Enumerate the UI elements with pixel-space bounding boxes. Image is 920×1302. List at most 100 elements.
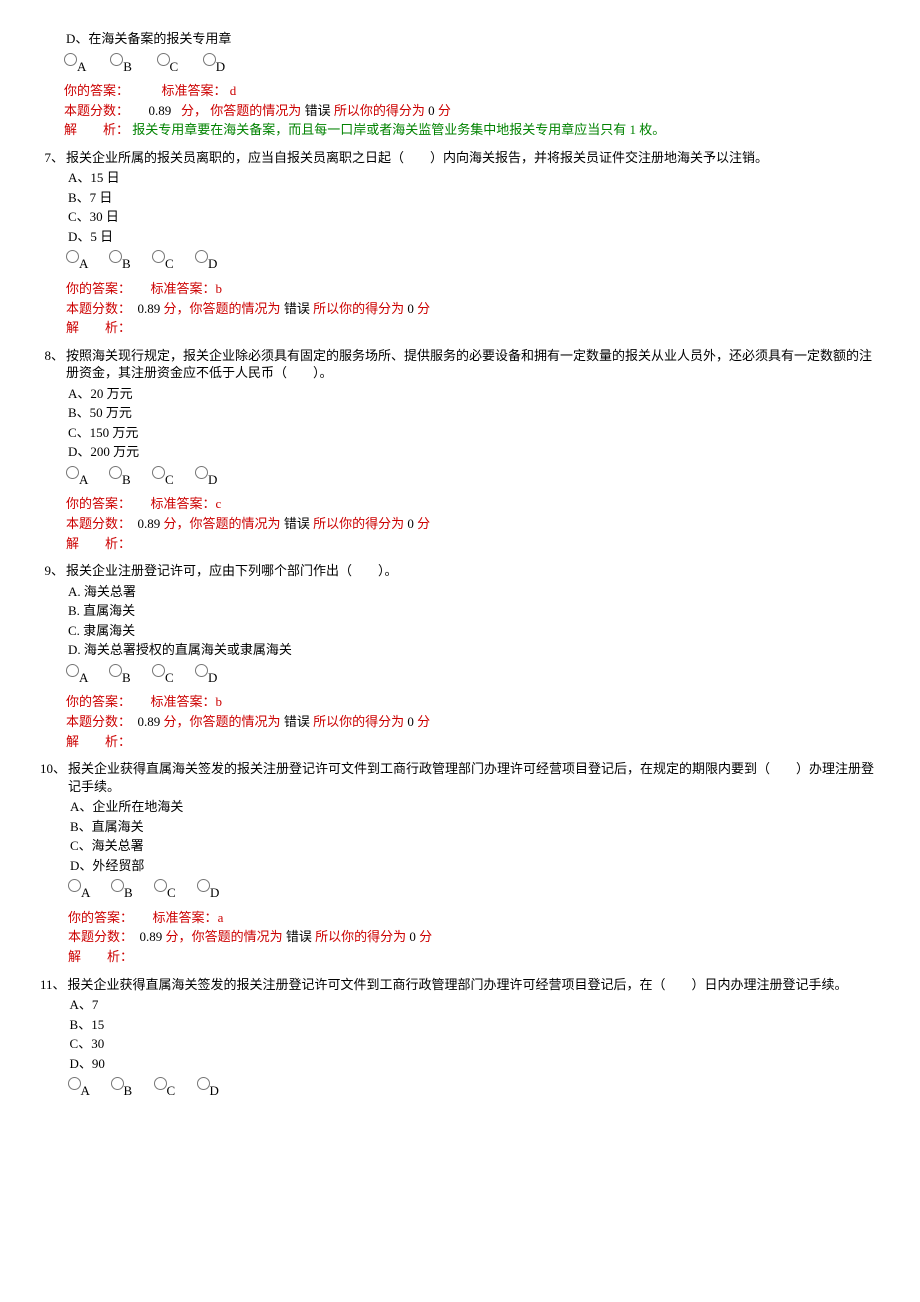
radio-a[interactable]: [68, 1077, 81, 1090]
radio-d[interactable]: [195, 250, 208, 263]
radio-b[interactable]: [109, 466, 122, 479]
question-number: 10、: [40, 760, 68, 965]
question-body: 报关企业注册登记许可，应由下列哪个部门作出（ ）。A. 海关总署B. 直属海关C…: [66, 562, 430, 750]
option-text: B、7 日: [66, 189, 768, 207]
question-body: 报关企业所属的报关员离职的，应当自报关员离职之日起（ ）内向海关报告，并将报关员…: [66, 149, 768, 337]
your-answer-line: 你的答案： 标准答案：b: [66, 693, 430, 711]
radio-b[interactable]: [109, 664, 122, 677]
q6-analysis-text: 报关专用章要在海关备案，而且每一口岸或者海关监管业务集中地报关专用章应当只有 1…: [132, 122, 665, 137]
your-answer-line: 你的答案： 标准答案：c: [66, 495, 880, 513]
option-text: B. 直属海关: [66, 602, 430, 620]
option-text: D、5 日: [66, 228, 768, 246]
option-text: B、15: [68, 1016, 848, 1034]
radio-a[interactable]: [66, 250, 79, 263]
radio-c[interactable]: [152, 250, 165, 263]
situation-label: 你答题的情况为: [210, 103, 304, 118]
analysis-line: 解 析：: [66, 319, 768, 337]
radio-label-c: C: [170, 58, 200, 76]
radio-b[interactable]: [109, 250, 122, 263]
q6-radio-d[interactable]: [203, 53, 216, 66]
question-number: 8、: [40, 347, 66, 552]
radio-label: A: [81, 884, 111, 902]
your-answer-line: 你的答案： 标准答案：a: [68, 909, 880, 927]
radio-a[interactable]: [68, 879, 81, 892]
your-answer-label: 你的答案：: [64, 83, 129, 98]
question-number: 7、: [40, 149, 66, 337]
q6-score: 0.89: [149, 103, 172, 118]
radio-row: ABCD: [66, 662, 430, 680]
radio-label-b: B: [123, 58, 153, 76]
q6-analysis-line: 解 析： 报关专用章要在海关备案，而且每一口岸或者海关监管业务集中地报关专用章应…: [64, 121, 880, 139]
unit-tail: 分: [438, 103, 451, 118]
option-text: C. 隶属海关: [66, 622, 430, 640]
radio-label: C: [165, 255, 195, 273]
radio-label: B: [122, 255, 152, 273]
radio-label: D: [208, 255, 238, 273]
score-line: 本题分数： 0.89 分，你答题的情况为 错误 所以你的得分为 0 分: [66, 515, 880, 533]
option-text: C、海关总署: [68, 837, 880, 855]
std-answer-label: 标准答案：: [162, 83, 227, 98]
radio-row: ABCD: [66, 464, 880, 482]
radio-label: D: [210, 884, 240, 902]
score-line: 本题分数： 0.89 分，你答题的情况为 错误 所以你的得分为 0 分: [66, 713, 430, 731]
question-body: 报关企业获得直属海关签发的报关注册登记许可文件到工商行政管理部门办理许可经营项目…: [68, 760, 880, 965]
question-stem: 报关企业获得直属海关签发的报关注册登记许可文件到工商行政管理部门办理许可经营项目…: [68, 760, 880, 795]
option-text: C、30: [68, 1035, 848, 1053]
analysis-line: 解 析：: [66, 535, 880, 553]
question-stem: 报关企业所属的报关员离职的，应当自报关员离职之日起（ ）内向海关报告，并将报关员…: [66, 149, 768, 167]
radio-a[interactable]: [66, 466, 79, 479]
option-text: A、15 日: [66, 169, 768, 187]
radio-c[interactable]: [152, 664, 165, 677]
option-text: A、7: [68, 996, 848, 1014]
score-label: 本题分数：: [64, 103, 129, 118]
radio-label-d: D: [216, 58, 246, 76]
q6-radio-c[interactable]: [157, 53, 170, 66]
question-block: 8、按照海关现行规定，报关企业除必须具有固定的服务场所、提供服务的必要设备和拥有…: [40, 347, 880, 552]
option-text: C、30 日: [66, 208, 768, 226]
score-unit: 分，: [181, 103, 207, 118]
question-stem: 报关企业获得直属海关签发的报关注册登记许可文件到工商行政管理部门办理许可经营项目…: [68, 976, 848, 994]
radio-label: B: [124, 1082, 154, 1100]
radio-d[interactable]: [195, 664, 208, 677]
radio-label: A: [79, 669, 109, 687]
question-body: 报关企业获得直属海关签发的报关注册登记许可文件到工商行政管理部门办理许可经营项目…: [68, 976, 848, 1107]
analysis-line: 解 析：: [68, 948, 880, 966]
radio-row: ABCD: [68, 877, 880, 895]
analysis-label: 解 析：: [64, 122, 129, 137]
page-root: D、在海关备案的报关专用章 A B C D 你的答案： 标准答案： d 本题分数…: [0, 0, 920, 1153]
radio-label: A: [79, 255, 109, 273]
radio-d[interactable]: [195, 466, 208, 479]
radio-c[interactable]: [152, 466, 165, 479]
radio-c[interactable]: [154, 1077, 167, 1090]
question-block: 11、报关企业获得直属海关签发的报关注册登记许可文件到工商行政管理部门办理许可经…: [40, 976, 880, 1107]
radio-label: B: [122, 471, 152, 489]
radio-label: C: [167, 884, 197, 902]
score-line: 本题分数： 0.89 分，你答题的情况为 错误 所以你的得分为 0 分: [66, 300, 768, 318]
radio-c[interactable]: [154, 879, 167, 892]
q6-radio-row: A B C D: [64, 51, 880, 69]
option-text: A、20 万元: [66, 385, 880, 403]
q6-your-answer-line: 你的答案： 标准答案： d: [64, 82, 880, 100]
radio-label: C: [165, 471, 195, 489]
radio-label: A: [79, 471, 109, 489]
radio-label: C: [167, 1082, 197, 1100]
radio-label: D: [208, 471, 238, 489]
q6-radio-b[interactable]: [110, 53, 123, 66]
q6-radio-a[interactable]: [64, 53, 77, 66]
radio-d[interactable]: [197, 879, 210, 892]
radio-b[interactable]: [111, 879, 124, 892]
option-text: D、外经贸部: [68, 857, 880, 875]
radio-b[interactable]: [111, 1077, 124, 1090]
question-stem: 报关企业注册登记许可，应由下列哪个部门作出（ ）。: [66, 562, 430, 580]
score-line: 本题分数： 0.89 分，你答题的情况为 错误 所以你的得分为 0 分: [68, 928, 880, 946]
question-stem: 按照海关现行规定，报关企业除必须具有固定的服务场所、提供服务的必要设备和拥有一定…: [66, 347, 880, 382]
q6-got: 0: [428, 103, 435, 118]
question-body: 按照海关现行规定，报关企业除必须具有固定的服务场所、提供服务的必要设备和拥有一定…: [66, 347, 880, 552]
radio-d[interactable]: [197, 1077, 210, 1090]
option-text: A、企业所在地海关: [68, 798, 880, 816]
option-text: B、50 万元: [66, 404, 880, 422]
radio-a[interactable]: [66, 664, 79, 677]
question-number: 11、: [40, 976, 68, 1107]
question-block: 7、报关企业所属的报关员离职的，应当自报关员离职之日起（ ）内向海关报告，并将报…: [40, 149, 880, 337]
q6-partial: D、在海关备案的报关专用章 A B C D 你的答案： 标准答案： d 本题分数…: [64, 30, 880, 139]
